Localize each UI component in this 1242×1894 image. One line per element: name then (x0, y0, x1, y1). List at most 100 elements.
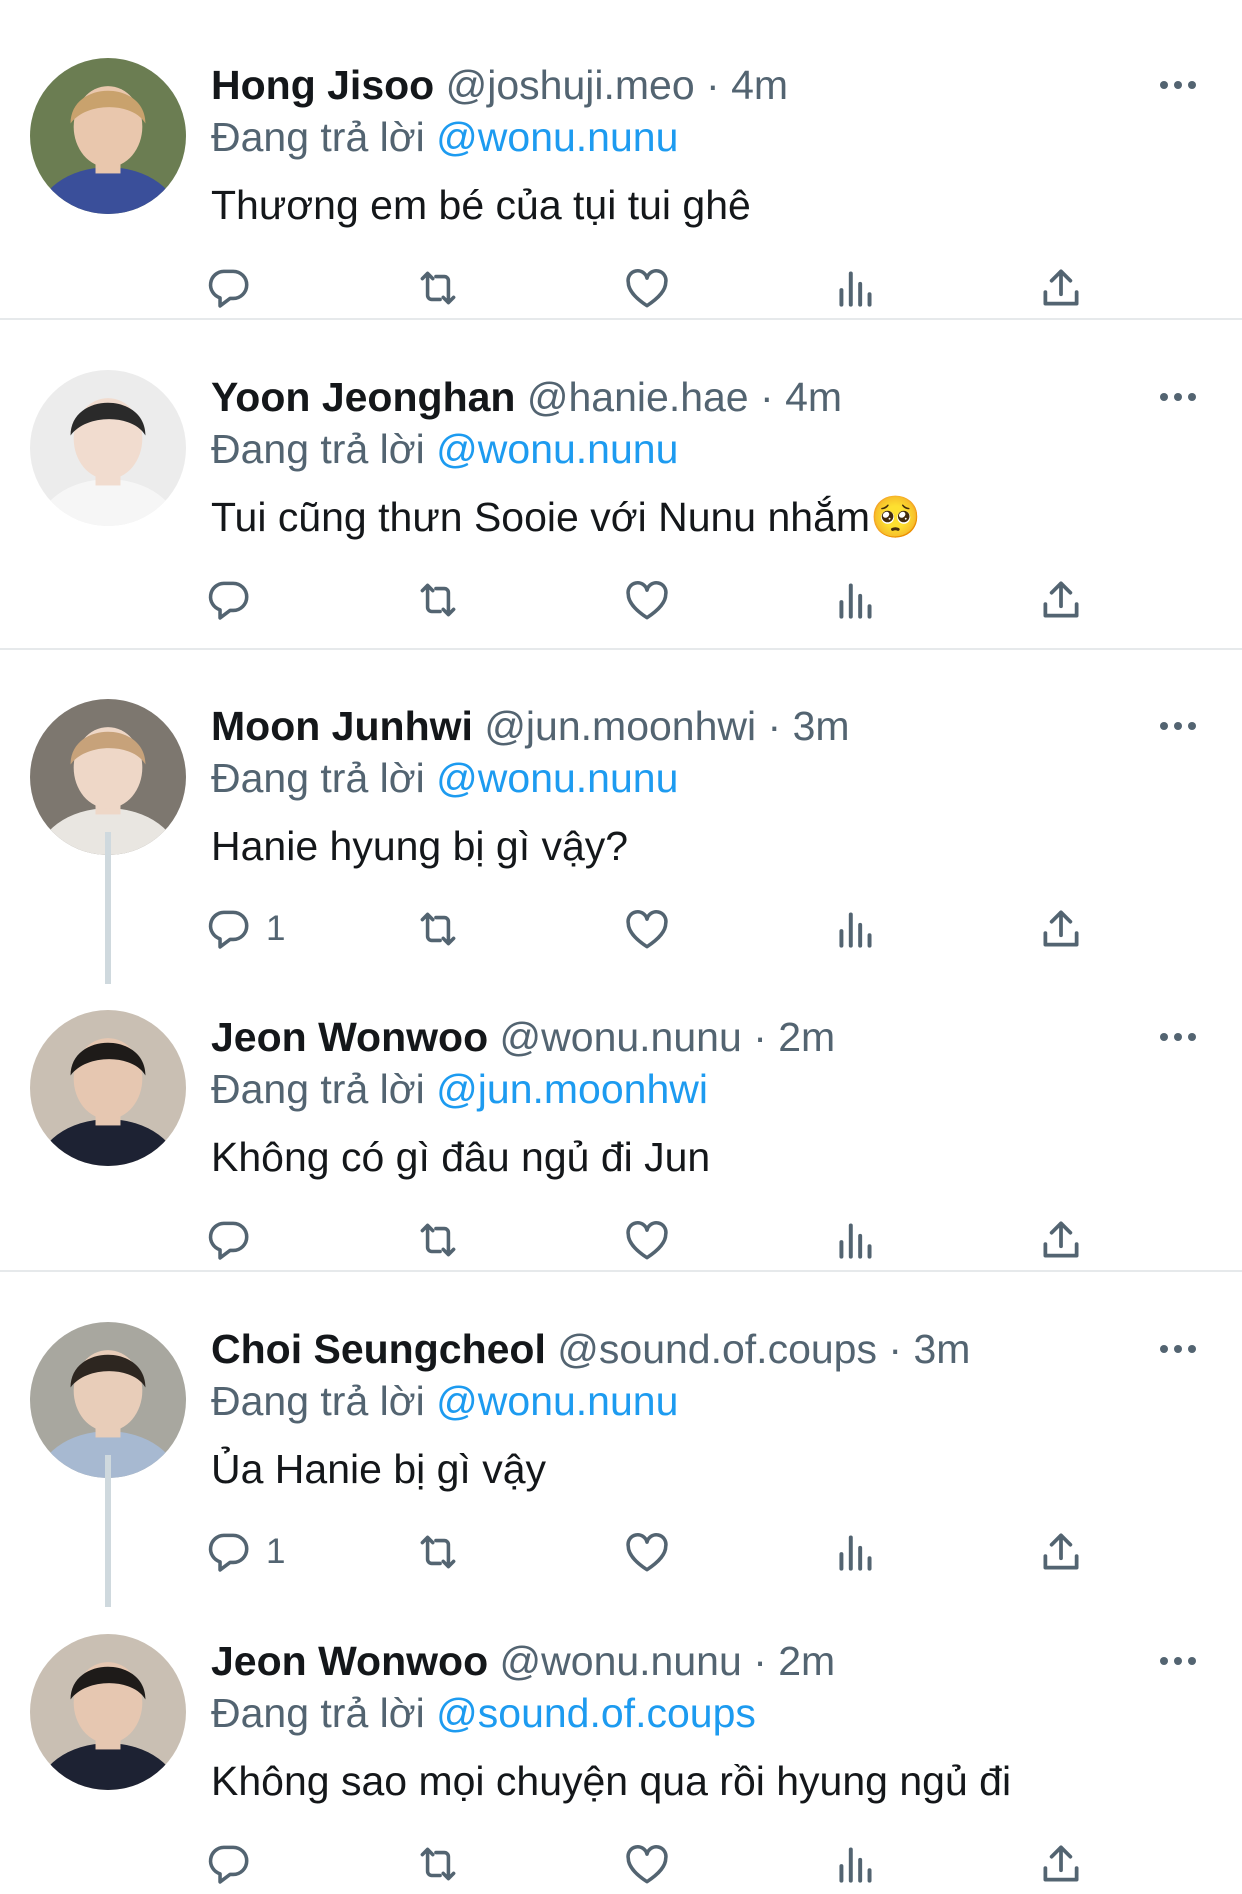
views-icon (839, 912, 872, 948)
user-handle[interactable]: @sound.of.coups (557, 1326, 877, 1372)
like-button[interactable] (622, 1522, 672, 1582)
like-button[interactable] (622, 570, 672, 630)
reply-button[interactable]: 1 (204, 899, 285, 959)
more-icon[interactable] (1158, 1651, 1198, 1671)
tweet-divider (0, 1270, 1242, 1272)
mention-link[interactable]: @wonu.nunu (436, 426, 678, 472)
more-icon[interactable] (1158, 1339, 1198, 1359)
avatar[interactable] (30, 1634, 186, 1790)
views-icon (839, 1847, 872, 1883)
replying-to-label: Đang trả lời (211, 114, 425, 160)
like-icon (626, 581, 668, 620)
retweet-button[interactable] (413, 1834, 463, 1894)
replying-to: Đang trả lời @wonu.nunu (211, 111, 678, 163)
timestamp[interactable]: 3m (793, 703, 850, 749)
display-name[interactable]: Hong Jisoo (211, 62, 434, 108)
display-name[interactable]: Yoon Jeonghan (211, 374, 515, 420)
more-icon[interactable] (1158, 1027, 1198, 1047)
retweet-button[interactable] (413, 1210, 463, 1270)
mention-link[interactable]: @wonu.nunu (436, 755, 678, 801)
user-handle[interactable]: @wonu.nunu (500, 1638, 742, 1684)
avatar[interactable] (30, 1010, 186, 1166)
avatar-image (30, 1010, 186, 1166)
thread-connector-line (105, 1455, 111, 1607)
retweet-icon (420, 1847, 456, 1881)
views-button[interactable] (831, 258, 881, 318)
views-button[interactable] (831, 570, 881, 630)
reply-count: 1 (266, 1532, 286, 1571)
share-button[interactable] (1036, 1522, 1086, 1582)
more-icon[interactable] (1158, 387, 1198, 407)
more-icon[interactable] (1158, 75, 1198, 95)
retweet-button[interactable] (413, 570, 463, 630)
retweet-button[interactable] (413, 899, 463, 959)
replying-to-label: Đang trả lời (211, 1066, 425, 1112)
views-button[interactable] (831, 1834, 881, 1894)
display-name[interactable]: Moon Junhwi (211, 703, 473, 749)
mention-link[interactable]: @jun.moonhwi (436, 1066, 708, 1112)
user-handle[interactable]: @wonu.nunu (500, 1014, 742, 1060)
reply-icon (208, 910, 249, 949)
retweet-icon (420, 912, 456, 946)
retweet-button[interactable] (413, 258, 463, 318)
avatar[interactable] (30, 58, 186, 214)
retweet-icon (420, 1535, 456, 1569)
tweet-actions (0, 1834, 1242, 1894)
like-button[interactable] (622, 1210, 672, 1270)
timestamp[interactable]: 4m (731, 62, 788, 108)
user-handle[interactable]: @joshuji.meo (446, 62, 695, 108)
like-button[interactable] (622, 1834, 672, 1894)
share-button[interactable] (1036, 1210, 1086, 1270)
share-icon (1043, 1221, 1079, 1258)
like-button[interactable] (622, 258, 672, 318)
user-handle[interactable]: @jun.moonhwi (484, 703, 756, 749)
like-button[interactable] (622, 899, 672, 959)
timestamp[interactable]: 4m (785, 374, 842, 420)
views-icon (839, 583, 872, 619)
retweet-button[interactable] (413, 1522, 463, 1582)
tweet-text: Không có gì đâu ngủ đi Jun (211, 1134, 711, 1180)
replying-to-label: Đang trả lời (211, 1378, 425, 1424)
share-button[interactable] (1036, 258, 1086, 318)
reply-button[interactable] (204, 570, 266, 630)
reply-button[interactable]: 1 (204, 1522, 285, 1582)
separator-dot: · (760, 374, 774, 420)
replying-to: Đang trả lời @wonu.nunu (211, 423, 678, 475)
timestamp[interactable]: 2m (778, 1014, 835, 1060)
share-button[interactable] (1036, 1834, 1086, 1894)
views-button[interactable] (831, 1210, 881, 1270)
separator-dot: · (753, 1014, 767, 1060)
share-icon (1043, 910, 1079, 947)
like-icon (626, 269, 668, 308)
replying-to: Đang trả lời @wonu.nunu (211, 1375, 678, 1427)
reply-button[interactable] (204, 1210, 266, 1270)
tweet-actions (0, 570, 1242, 630)
tweet-text: Không sao mọi chuyện qua rồi hyung ngủ đ… (211, 1758, 1012, 1804)
user-handle[interactable]: @hanie.hae (527, 374, 749, 420)
timestamp[interactable]: 2m (778, 1638, 835, 1684)
avatar-image (30, 1634, 186, 1790)
views-button[interactable] (831, 899, 881, 959)
timestamp[interactable]: 3m (913, 1326, 970, 1372)
share-button[interactable] (1036, 570, 1086, 630)
views-icon (839, 1535, 872, 1571)
avatar[interactable] (30, 370, 186, 526)
views-button[interactable] (831, 1522, 881, 1582)
share-button[interactable] (1036, 899, 1086, 959)
more-icon[interactable] (1158, 716, 1198, 736)
mention-link[interactable]: @wonu.nunu (436, 1378, 678, 1424)
display-name[interactable]: Choi Seungcheol (211, 1326, 546, 1372)
mention-link[interactable]: @sound.of.coups (436, 1690, 756, 1736)
share-icon (1043, 1533, 1079, 1570)
reply-icon (208, 1533, 249, 1572)
reply-button[interactable] (204, 1834, 266, 1894)
replying-to-label: Đang trả lời (211, 755, 425, 801)
separator-dot: · (888, 1326, 903, 1372)
views-icon (839, 1223, 872, 1259)
reply-button[interactable] (204, 258, 266, 318)
mention-link[interactable]: @wonu.nunu (436, 114, 678, 160)
display-name[interactable]: Jeon Wonwoo (211, 1014, 488, 1060)
display-name[interactable]: Jeon Wonwoo (211, 1638, 488, 1684)
like-icon (626, 1845, 668, 1884)
replying-to-label: Đang trả lời (211, 1690, 425, 1736)
